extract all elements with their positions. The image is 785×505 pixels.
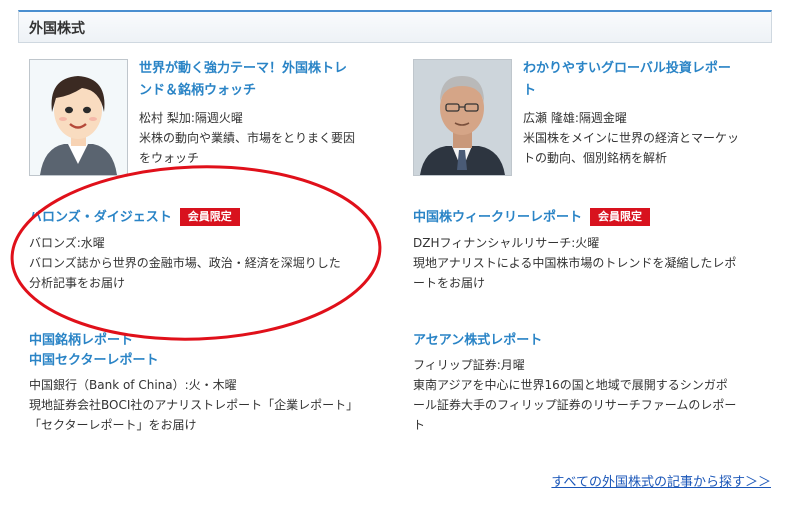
members-only-badge: 会員限定 (179, 208, 240, 226)
author-avatar-hirose[interactable] (413, 59, 512, 176)
author-schedule: DZHフィナンシャルリサーチ:火曜 (413, 236, 600, 250)
section-title: 外国株式 (29, 21, 85, 37)
author-schedule: 中国銀行（Bank of China）:火・木曜 (29, 378, 237, 392)
article-title-link[interactable]: バロンズ・ダイジェスト 会員限定 (29, 207, 389, 229)
author-schedule: 松村 梨加:隔週火曜 (139, 111, 243, 125)
article-card-china-weekly: 中国株ウィークリーレポート 会員限定 DZHフィナンシャルリサーチ:火曜 現地アナ… (413, 207, 773, 293)
article-card-china-stock-sector: 中国銘柄レポート 中国セクターレポート 中国銀行（Bank of China）:… (29, 331, 389, 435)
author-schedule: バロンズ:水曜 (29, 236, 105, 250)
author-schedule: フィリップ証券:月曜 (413, 358, 525, 372)
article-title-link[interactable]: 世界が動く強力テーマ！外国株トレ ンド＆銘柄ウォッチ (139, 58, 355, 102)
author-avatar-matsumura[interactable] (29, 59, 128, 176)
article-card-asean: アセアン株式レポート フィリップ証券:月曜 東南アジアを中心に世界16の国と地域… (413, 331, 773, 435)
article-description: 現地アナリストによる中国株市場のトレンドを凝縮したレポ ートをお届け (413, 256, 737, 290)
article-description: 東南アジアを中心に世界16の国と地域で展開するシンガポ ール証券大手のフィリップ… (413, 378, 737, 432)
article-description: 米国株をメインに世界の経済とマーケッ トの動向、個別銘柄を解析 (523, 131, 740, 165)
article-title-link[interactable]: 中国銘柄レポート 中国セクターレポート (29, 331, 389, 371)
man-photo-portrait (414, 60, 511, 175)
members-only-badge: 会員限定 (590, 208, 651, 226)
article-card-barrons: バロンズ・ダイジェスト 会員限定 バロンズ:水曜 バロンズ誌から世界の金融市場、政… (29, 207, 389, 293)
article-title-link[interactable]: アセアン株式レポート (413, 331, 773, 351)
article-title-link[interactable]: 中国株ウィークリーレポート 会員限定 (413, 207, 773, 229)
view-all-foreign-stock-articles-link[interactable]: すべての外国株式の記事から探す＞＞ (551, 471, 771, 490)
article-description: 現地証券会社BOCI社のアナリストレポート「企業レポート」 「セクターレポート」… (29, 398, 359, 432)
article-description: 米株の動向や業績、市場をとりまく要因 をウォッチ (139, 131, 356, 165)
article-title-link[interactable]: わかりやすいグローバル投資レポー ト (523, 58, 739, 102)
illustrated-woman-portrait (30, 60, 127, 175)
author-schedule: 広瀬 隆雄:隔週金曜 (523, 111, 627, 125)
section-header: 外国株式 (18, 10, 772, 43)
article-description: バロンズ誌から世界の金融市場、政治・経済を深堀りした 分析記事をお届け (29, 256, 341, 290)
